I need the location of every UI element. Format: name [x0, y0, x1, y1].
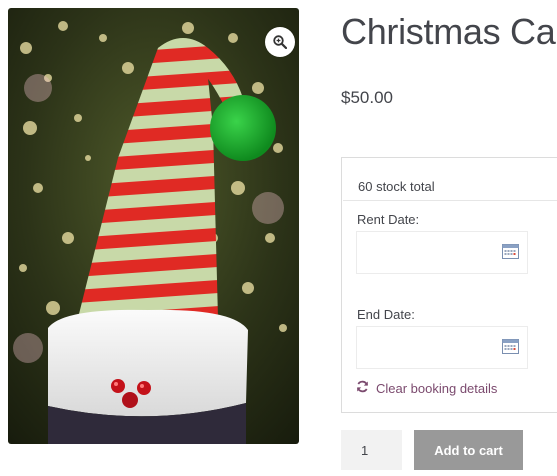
clear-booking-label: Clear booking details: [376, 380, 498, 396]
rent-date-label: Rent Date:: [357, 212, 420, 227]
add-to-cart-button[interactable]: Add to cart: [414, 430, 523, 470]
stock-total: 60 stock total: [358, 179, 435, 194]
rent-date-field[interactable]: [356, 231, 528, 274]
product-price: $50.00: [341, 88, 393, 107]
end-date-field[interactable]: [356, 326, 528, 369]
calendar-icon[interactable]: [502, 243, 519, 259]
magnifier-zoom-icon: [273, 35, 287, 49]
end-date-label: End Date:: [357, 307, 415, 322]
quantity-input[interactable]: [341, 430, 402, 470]
divider: [343, 200, 557, 201]
product-title: Christmas Cap: [341, 11, 557, 52]
product-image[interactable]: [8, 8, 299, 444]
booking-form: 60 stock total Rent Date: End Date: Clea…: [341, 157, 557, 413]
refresh-icon: [356, 380, 369, 396]
calendar-icon[interactable]: [502, 338, 519, 354]
clear-booking-link[interactable]: Clear booking details: [356, 380, 497, 396]
zoom-button[interactable]: [265, 27, 295, 57]
